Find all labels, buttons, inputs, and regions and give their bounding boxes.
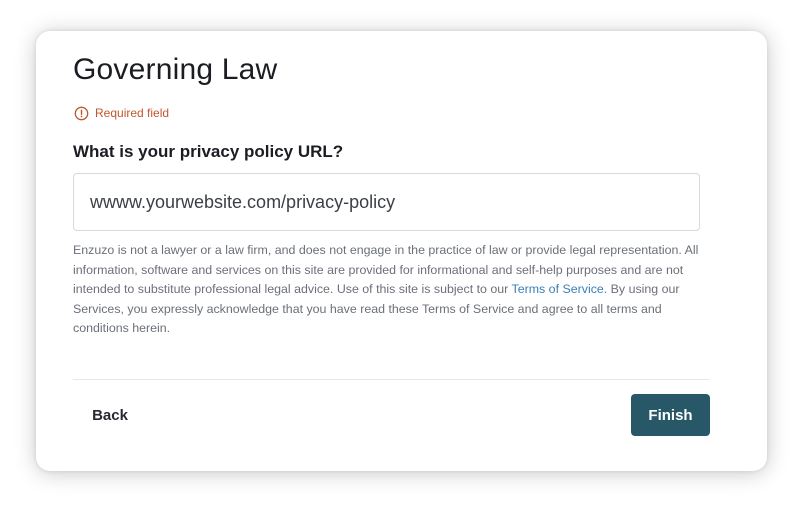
legal-disclaimer: Enzuzo is not a lawyer or a law firm, an… (73, 241, 713, 339)
form-card: Governing Law Required field What is you… (36, 31, 767, 471)
required-field-notice: Required field (74, 105, 169, 121)
question-label: What is your privacy policy URL? (73, 142, 344, 161)
finish-button[interactable]: Finish (631, 394, 710, 436)
privacy-policy-url-input[interactable] (73, 173, 700, 231)
back-button[interactable]: Back (77, 399, 143, 431)
alert-circle-icon (74, 106, 89, 121)
footer-divider (73, 379, 710, 380)
terms-of-service-link[interactable]: Terms of Service (512, 282, 604, 296)
page-background: Governing Law Required field What is you… (0, 0, 800, 507)
required-field-label: Required field (95, 106, 170, 120)
page-title: Governing Law (73, 53, 278, 86)
